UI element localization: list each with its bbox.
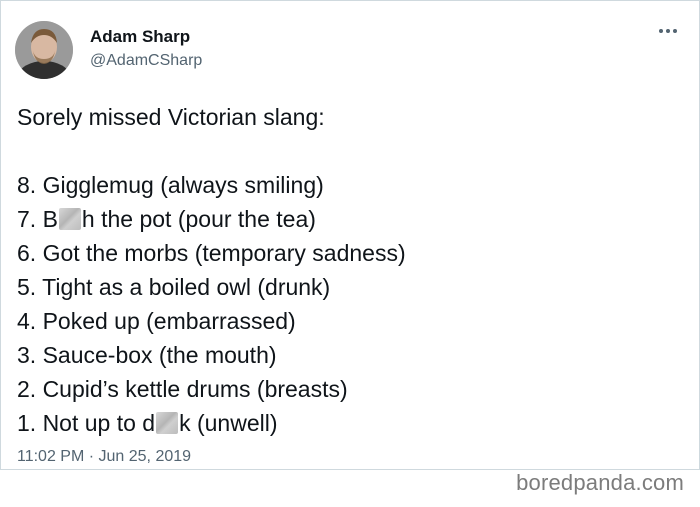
list-item-suffix: h the pot (pour the tea) bbox=[81, 206, 316, 232]
list-item: 5. Tight as a boiled owl (drunk) bbox=[17, 274, 331, 300]
more-options-icon[interactable] bbox=[653, 21, 683, 41]
list-item-prefix: 1. Not up to d bbox=[17, 410, 156, 436]
profile-photo-icon bbox=[15, 21, 73, 79]
list-item: 4. Poked up (embarrassed) bbox=[17, 308, 296, 334]
author-name[interactable]: Adam Sharp bbox=[90, 27, 190, 47]
tweet-card: Adam Sharp @AdamCSharp Sorely missed Vic… bbox=[0, 0, 700, 507]
list-item: 1. Not up to d k (unwell) bbox=[17, 406, 677, 440]
tweet-text: Sorely missed Victorian slang: 8. Giggle… bbox=[17, 100, 677, 440]
list-item: 3. Sauce-box (the mouth) bbox=[17, 342, 277, 368]
author-handle[interactable]: @AdamCSharp bbox=[90, 52, 202, 70]
list-item: 6. Got the morbs (temporary sadness) bbox=[17, 240, 406, 266]
censor-blur bbox=[156, 412, 179, 434]
list-item: 8. Gigglemug (always smiling) bbox=[17, 172, 324, 198]
avatar[interactable] bbox=[15, 21, 73, 79]
watermark: boredpanda.com bbox=[516, 470, 684, 495]
list-item-prefix: 7. B bbox=[17, 206, 58, 232]
list-item: 7. B h the pot (pour the tea) bbox=[17, 202, 677, 236]
tweet-intro: Sorely missed Victorian slang: bbox=[17, 104, 325, 130]
censor-blur bbox=[58, 208, 81, 230]
tweet-timestamp[interactable]: 11:02 PM · Jun 25, 2019 bbox=[17, 448, 191, 466]
list-item-suffix: k (unwell) bbox=[179, 410, 278, 436]
tweet-frame: Adam Sharp @AdamCSharp Sorely missed Vic… bbox=[0, 0, 700, 470]
list-item: 2. Cupid’s kettle drums (breasts) bbox=[17, 376, 348, 402]
